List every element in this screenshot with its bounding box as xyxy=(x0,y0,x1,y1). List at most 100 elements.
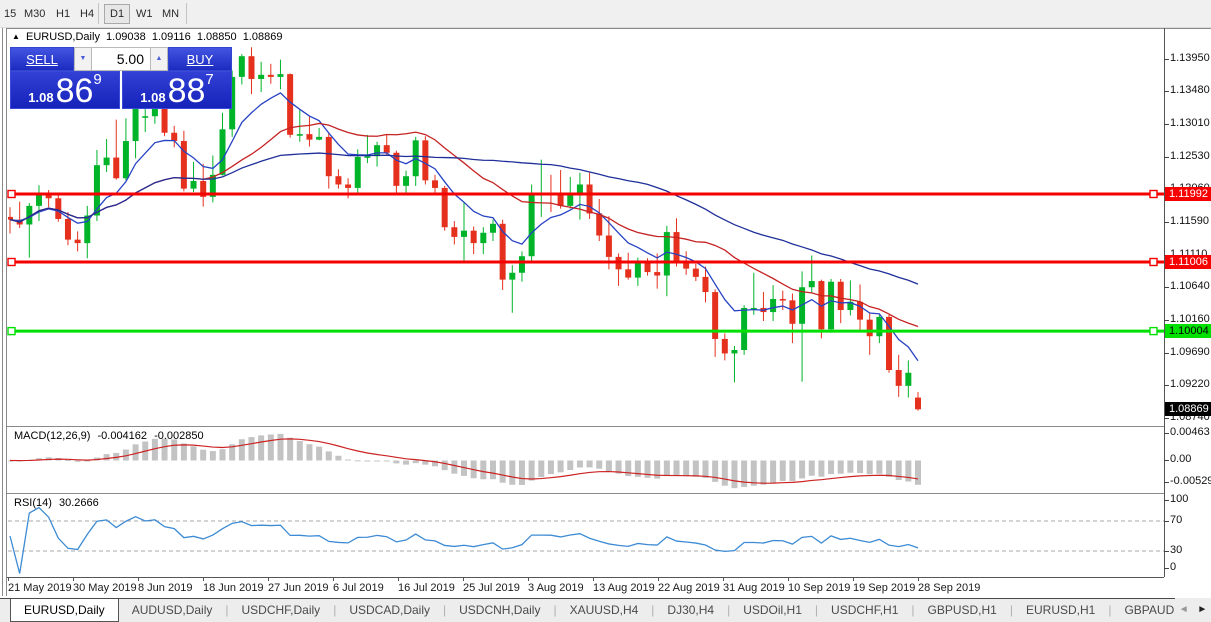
macd-histogram-bar xyxy=(306,444,313,461)
rsi-name: RSI(14) xyxy=(14,497,52,509)
macd-histogram-bar xyxy=(509,460,516,485)
tab-scroll-left-icon[interactable]: ◄ xyxy=(1179,604,1189,615)
macd-histogram-bar xyxy=(209,451,216,461)
sell-button[interactable]: SELL xyxy=(10,47,74,71)
chevron-down-icon: ▼ xyxy=(79,55,87,62)
candle-body xyxy=(576,184,583,194)
candle-body xyxy=(122,141,129,179)
macd-histogram-bar xyxy=(325,451,332,461)
candle-body xyxy=(296,134,303,136)
volume-decrease-button[interactable]: ▼ xyxy=(74,47,92,71)
macd-histogram-bar xyxy=(886,460,893,477)
macd-histogram-bar xyxy=(258,435,265,461)
macd-name: MACD(12,26,9) xyxy=(14,430,91,442)
macd-histogram-bar xyxy=(673,460,680,477)
candle-body xyxy=(702,276,709,293)
rsi-panel xyxy=(8,506,1164,574)
macd-histogram-bar xyxy=(760,460,767,485)
candle-body xyxy=(509,272,516,280)
macd-panel xyxy=(8,433,921,489)
buy-button[interactable]: BUY xyxy=(168,47,232,71)
candle-body xyxy=(432,180,439,188)
ask-price-display[interactable]: 1.08 88 7 xyxy=(122,71,232,109)
candle-body xyxy=(625,269,632,278)
candle-body xyxy=(142,116,149,118)
candle-body xyxy=(306,134,313,140)
tab-scroll-right-icon[interactable]: ► xyxy=(1197,604,1207,615)
candle-body xyxy=(518,256,525,273)
candle-body xyxy=(596,213,603,236)
price-tag-1.11992: 1.11992 xyxy=(1165,187,1211,201)
macd-histogram-bar xyxy=(857,460,864,474)
macd-histogram-bar xyxy=(818,460,825,477)
candle-body xyxy=(74,239,81,244)
candle-body xyxy=(238,56,245,77)
macd-histogram-bar xyxy=(731,460,738,489)
candle-body xyxy=(837,281,844,310)
current-price-tag: 1.08869 xyxy=(1165,402,1211,417)
candle-body xyxy=(721,338,728,354)
one-click-trading-panel: SELL ▼ 5.00 ▲ BUY 1.08 86 9 1.08 88 7 xyxy=(10,47,232,109)
candle-body xyxy=(644,263,651,273)
volume-increase-button[interactable]: ▲ xyxy=(150,47,168,71)
macd-main-value: -0.004162 xyxy=(97,430,148,442)
candle-body xyxy=(113,157,120,179)
candle-body xyxy=(634,263,641,278)
candle-body xyxy=(731,350,738,354)
macd-histogram-bar xyxy=(316,446,323,461)
macd-histogram-bar xyxy=(547,460,554,474)
macd-histogram-bar xyxy=(354,460,361,462)
macd-histogram-bar xyxy=(702,460,709,478)
macd-histogram-bar xyxy=(64,459,71,461)
macd-histogram-bar xyxy=(712,460,719,482)
candle-body xyxy=(480,232,487,244)
candle-body xyxy=(103,157,110,166)
candle-body xyxy=(354,156,361,188)
rsi-line xyxy=(9,506,919,574)
macd-histogram-bar xyxy=(403,460,410,465)
candle-body xyxy=(915,397,921,410)
candle-body xyxy=(161,105,168,133)
bid-price-big: 86 xyxy=(55,72,94,110)
macd-histogram-bar xyxy=(451,460,458,474)
candle-body xyxy=(654,272,661,276)
macd-signal-value: -0.002850 xyxy=(154,430,204,442)
macd-histogram-bar xyxy=(576,460,583,468)
macd-histogram-bar xyxy=(605,460,612,472)
candle-body xyxy=(277,74,284,77)
macd-histogram-bar xyxy=(866,460,873,475)
candle-body xyxy=(605,235,612,257)
macd-histogram-bar xyxy=(847,460,854,473)
candle-body xyxy=(886,316,893,370)
macd-histogram-bar xyxy=(296,441,303,461)
macd-histogram-bar xyxy=(200,449,207,461)
candle-body xyxy=(808,281,815,288)
macd-histogram-bar xyxy=(915,460,921,485)
candle-body xyxy=(828,281,835,330)
ask-price-big: 88 xyxy=(167,72,206,110)
macd-histogram-bar xyxy=(828,460,835,475)
candle-body xyxy=(374,145,381,157)
macd-histogram-bar xyxy=(518,460,525,485)
macd-histogram-bar xyxy=(837,460,844,474)
candle-body xyxy=(171,132,178,142)
rsi-value: 30.2666 xyxy=(58,497,99,509)
candle-body xyxy=(586,184,593,214)
candle-body xyxy=(219,129,226,175)
candle-body xyxy=(779,298,786,301)
line-handle xyxy=(7,257,16,267)
macd-histogram-bar xyxy=(335,455,342,461)
tab-scroll-arrows: ◄ ► xyxy=(1175,598,1211,622)
macd-histogram-bar xyxy=(238,439,245,461)
macd-histogram-bar xyxy=(74,460,81,462)
candle-body xyxy=(557,194,564,206)
macd-histogram-bar xyxy=(499,460,506,483)
volume-input[interactable]: 5.00 xyxy=(92,47,150,71)
rsi-label: RSI(14) 30.2666 xyxy=(14,497,103,509)
candle-body xyxy=(422,140,429,181)
bid-price-display[interactable]: 1.08 86 9 xyxy=(10,71,120,109)
macd-histogram-bar xyxy=(374,460,381,462)
candle-body xyxy=(383,145,390,153)
candle-body xyxy=(905,372,912,386)
ask-price-sup: 7 xyxy=(205,71,214,88)
